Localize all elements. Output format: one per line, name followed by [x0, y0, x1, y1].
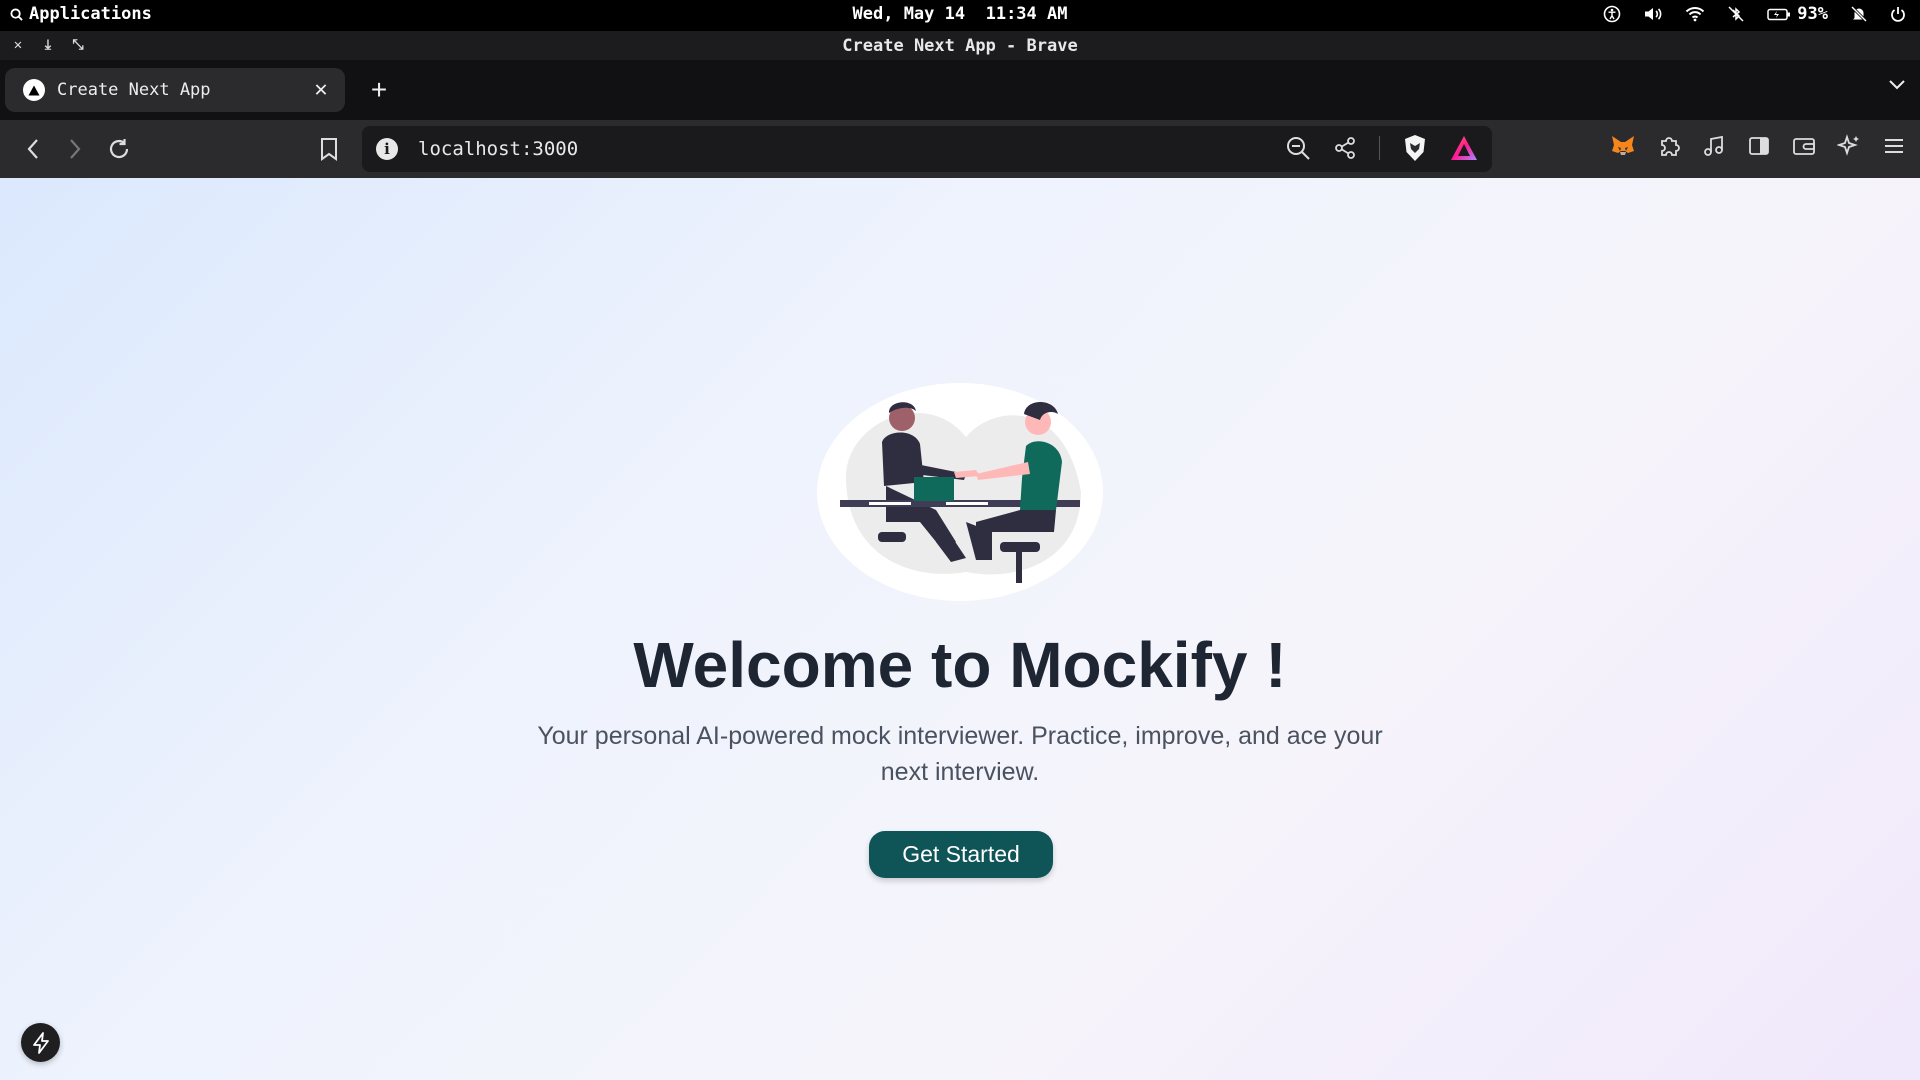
- window-minimize-icon[interactable]: ⤓: [40, 37, 56, 53]
- system-tray: 93%: [1603, 4, 1906, 24]
- page-title: Welcome to Mockify !: [633, 629, 1287, 701]
- back-button[interactable]: [18, 134, 48, 164]
- power-icon[interactable]: [1890, 6, 1906, 22]
- battery-icon: [1767, 8, 1791, 20]
- nextjs-dev-icon: [32, 1031, 49, 1054]
- leo-ai-icon[interactable]: [1837, 134, 1861, 158]
- reload-button[interactable]: [104, 134, 134, 164]
- address-bar[interactable]: i localhost:3000: [362, 126, 1492, 172]
- wifi-icon[interactable]: [1685, 6, 1705, 22]
- volume-icon[interactable]: [1643, 5, 1663, 23]
- tab-create-next-app[interactable]: Create Next App ✕: [5, 68, 345, 112]
- applications-menu[interactable]: Applications: [10, 4, 152, 24]
- tab-close-icon[interactable]: ✕: [309, 78, 333, 102]
- search-icon: [10, 7, 23, 21]
- share-icon[interactable]: [1333, 136, 1357, 160]
- page-viewport: Welcome to Mockify ! Your personal AI-po…: [0, 178, 1920, 1080]
- battery-indicator[interactable]: 93%: [1767, 4, 1828, 24]
- address-bar-divider: [1379, 136, 1380, 160]
- nextjs-dev-indicator[interactable]: [21, 1023, 60, 1062]
- notifications-off-icon[interactable]: [1850, 5, 1868, 23]
- tab-strip: Create Next App ✕ +: [0, 60, 1920, 120]
- address-bar-actions: [1285, 134, 1478, 162]
- tab-list-chevron-icon[interactable]: [1888, 78, 1906, 90]
- info-icon[interactable]: i: [376, 138, 398, 160]
- extensions-icon[interactable]: [1657, 134, 1681, 158]
- url-text[interactable]: localhost:3000: [418, 138, 578, 160]
- wallet-icon[interactable]: [1792, 134, 1816, 158]
- applications-label: Applications: [29, 4, 152, 24]
- sidebar-icon[interactable]: [1747, 134, 1771, 158]
- new-tab-button[interactable]: +: [364, 75, 394, 105]
- nextjs-favicon-icon: [23, 79, 45, 101]
- page-subtitle: Your personal AI-powered mock interviewe…: [537, 722, 1383, 786]
- browser-toolbar: i localhost:3000: [0, 120, 1920, 178]
- brave-rewards-icon[interactable]: [1450, 135, 1478, 161]
- bookmark-button[interactable]: [314, 134, 344, 164]
- clock-time[interactable]: 11:34 AM: [986, 4, 1068, 24]
- zoom-out-icon[interactable]: [1285, 135, 1311, 161]
- back-icon: [27, 139, 38, 159]
- window-title: Create Next App - Brave: [842, 36, 1078, 56]
- extension-toolbar: [1610, 134, 1906, 158]
- get-started-button[interactable]: Get Started: [869, 831, 1053, 878]
- accessibility-icon[interactable]: [1603, 5, 1621, 23]
- tab-label: Create Next App: [57, 80, 211, 100]
- metamask-icon[interactable]: [1610, 134, 1636, 158]
- battery-percent: 93%: [1797, 4, 1828, 24]
- forward-button[interactable]: [60, 134, 90, 164]
- reload-icon: [109, 139, 129, 159]
- handshake-illustration: [817, 383, 1103, 601]
- forward-icon: [70, 139, 81, 159]
- bookmark-icon: [321, 138, 337, 161]
- os-top-bar: Applications Wed, May 14 11:34 AM 93%: [0, 0, 1920, 31]
- window-close-icon[interactable]: ✕: [10, 37, 26, 53]
- window-maximize-icon[interactable]: ⤡: [70, 37, 86, 53]
- menu-icon[interactable]: [1882, 134, 1906, 158]
- window-titlebar: ✕ ⤓ ⤡ Create Next App - Brave: [0, 31, 1920, 60]
- music-icon[interactable]: [1702, 134, 1726, 158]
- clock-date[interactable]: Wed, May 14: [853, 4, 966, 24]
- bluetooth-off-icon[interactable]: [1727, 5, 1745, 23]
- brave-shields-icon[interactable]: [1402, 134, 1428, 162]
- window-controls: ✕ ⤓ ⤡: [10, 37, 86, 53]
